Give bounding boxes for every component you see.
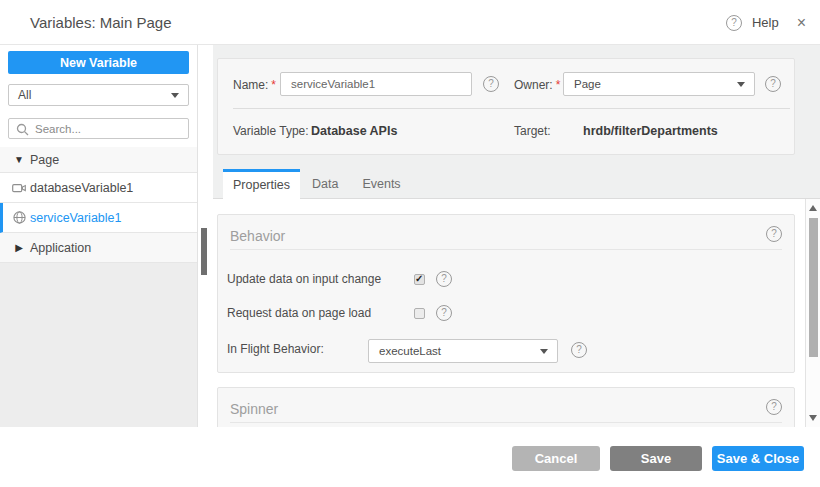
- save-button[interactable]: Save: [610, 446, 702, 471]
- owner-select-value: Page: [574, 78, 601, 90]
- variable-type-value: Database APIs: [311, 124, 397, 138]
- request-data-help-icon[interactable]: ?: [436, 305, 452, 321]
- variable-type-label: Variable Type:: [233, 124, 309, 138]
- inflight-help-icon[interactable]: ?: [571, 342, 587, 358]
- name-input[interactable]: [280, 72, 472, 96]
- tree-item-servicevariable1[interactable]: serviceVariable1: [0, 203, 197, 233]
- sidebar: New Variable All ▼ Page: [0, 45, 198, 427]
- spinner-title: Spinner: [230, 401, 278, 417]
- variables-dialog: Variables: Main Page ? Help × New Variab…: [0, 0, 820, 487]
- tab-data[interactable]: Data: [300, 169, 350, 199]
- inflight-behavior-value: executeLast: [379, 345, 441, 357]
- chevron-down-icon: [737, 82, 745, 87]
- tree-group-label: Application: [30, 241, 91, 255]
- update-data-help-icon[interactable]: ?: [436, 271, 452, 287]
- name-label: Name:*: [233, 78, 276, 92]
- scroll-up-icon[interactable]: [809, 205, 817, 211]
- database-variable-icon: [8, 182, 30, 194]
- variable-summary-panel: Name:* ? Owner:* Page ? Variable Type: D…: [217, 58, 795, 155]
- target-value: hrdb/filterDepartments: [583, 124, 718, 138]
- triangle-collapsed-icon: ▶: [8, 242, 30, 253]
- update-data-label: Update data on input change: [227, 272, 381, 286]
- cancel-button[interactable]: Cancel: [512, 446, 600, 471]
- owner-help-icon[interactable]: ?: [765, 76, 781, 92]
- behavior-help-icon[interactable]: ?: [766, 226, 782, 242]
- tree-item-databasevariable1[interactable]: databaseVariable1: [0, 173, 197, 203]
- behavior-section: Behavior ? Update data on input change ?…: [217, 214, 795, 373]
- spinner-section: Spinner ?: [217, 387, 795, 427]
- chevron-down-icon: [171, 93, 179, 98]
- help-icon[interactable]: ?: [726, 15, 742, 31]
- required-asterisk: *: [271, 78, 276, 92]
- target-label: Target:: [514, 124, 551, 138]
- tree-item-label: databaseVariable1: [30, 181, 133, 195]
- close-icon[interactable]: ×: [797, 14, 806, 32]
- content-scrollbar-thumb[interactable]: [809, 218, 818, 357]
- search-icon: [16, 123, 29, 136]
- scroll-down-icon[interactable]: [809, 415, 817, 421]
- request-data-checkbox[interactable]: [414, 308, 425, 319]
- owner-label: Owner:*: [514, 78, 560, 92]
- property-row: Update data on input change ?: [218, 262, 794, 296]
- search-box: [8, 118, 189, 139]
- dialog-title: Variables: Main Page: [30, 0, 171, 45]
- request-data-label: Request data on page load: [227, 306, 371, 320]
- tab-bar: Properties Data Events: [213, 169, 820, 199]
- dialog-body: New Variable All ▼ Page: [0, 45, 820, 428]
- property-row: In Flight Behavior: executeLast ?: [218, 330, 794, 370]
- tab-properties[interactable]: Properties: [223, 169, 300, 200]
- behavior-title: Behavior: [230, 228, 285, 244]
- inflight-behavior-select[interactable]: executeLast: [368, 339, 558, 363]
- property-row: Request data on page load ?: [218, 296, 794, 330]
- tree-group-application[interactable]: ▶ Application: [0, 233, 197, 263]
- sidebar-scrollbar-thumb[interactable]: [201, 228, 207, 275]
- search-input[interactable]: [35, 119, 185, 138]
- save-close-button[interactable]: Save & Close: [712, 446, 804, 471]
- dialog-header: Variables: Main Page ? Help ×: [0, 0, 820, 45]
- sidebar-scrollbar[interactable]: [198, 45, 213, 427]
- new-variable-button[interactable]: New Variable: [8, 51, 189, 74]
- dialog-footer: Cancel Save Save & Close: [0, 427, 820, 487]
- tree-group-page[interactable]: ▼ Page: [0, 147, 197, 173]
- content-scrollbar[interactable]: [805, 199, 820, 427]
- tab-events[interactable]: Events: [350, 169, 412, 199]
- variable-tree: ▼ Page databaseVariable1 serviceVariable…: [0, 147, 197, 263]
- spinner-help-icon[interactable]: ?: [766, 399, 782, 415]
- inflight-behavior-label: In Flight Behavior:: [227, 342, 324, 356]
- required-asterisk: *: [556, 78, 561, 92]
- main-panel: Name:* ? Owner:* Page ? Variable Type: D…: [213, 45, 820, 427]
- name-help-icon[interactable]: ?: [483, 76, 499, 92]
- service-variable-icon: [8, 211, 30, 224]
- help-label[interactable]: Help: [752, 15, 779, 30]
- filter-dropdown[interactable]: All: [8, 84, 189, 106]
- tree-item-label: serviceVariable1: [30, 211, 121, 225]
- properties-content: Behavior ? Update data on input change ?…: [213, 199, 805, 427]
- triangle-expanded-icon: ▼: [8, 154, 30, 165]
- tree-group-label: Page: [30, 153, 59, 167]
- filter-dropdown-value: All: [18, 88, 31, 102]
- owner-select[interactable]: Page: [563, 72, 755, 96]
- update-data-checkbox[interactable]: [414, 274, 425, 285]
- chevron-down-icon: [540, 349, 548, 354]
